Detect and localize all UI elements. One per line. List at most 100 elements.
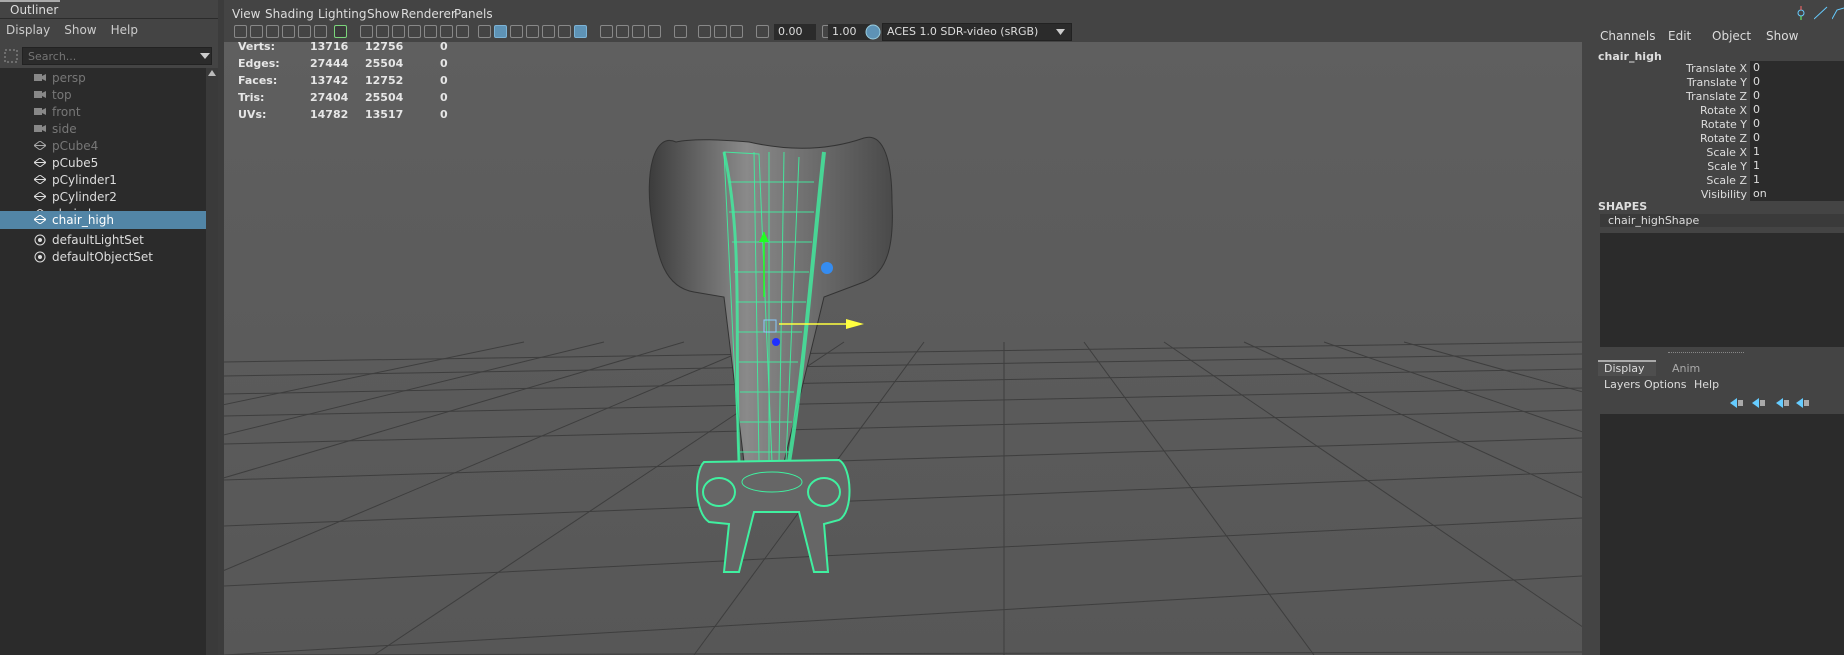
- modeling-toolkit-icon[interactable]: [1832, 6, 1844, 20]
- filter-icon[interactable]: [4, 49, 18, 63]
- attr-value-translate-z[interactable]: 0: [1750, 89, 1844, 103]
- chevron-down-icon[interactable]: [200, 53, 210, 59]
- tab-display[interactable]: Display: [1598, 360, 1656, 376]
- use-lights-icon[interactable]: [542, 25, 555, 38]
- attr-value-scale-z[interactable]: 1: [1750, 173, 1844, 187]
- hud-value: 12752: [365, 74, 404, 87]
- xray-icon[interactable]: [600, 25, 613, 38]
- viewport-menu-show[interactable]: Show: [367, 7, 399, 21]
- help-menu[interactable]: Help: [1694, 378, 1719, 391]
- outliner-menu-display[interactable]: Display: [0, 20, 58, 40]
- viewport-menu-panels[interactable]: Panels: [454, 7, 493, 21]
- safe-action-icon[interactable]: [440, 25, 453, 38]
- xray-active-icon[interactable]: [616, 25, 629, 38]
- textured-icon[interactable]: [526, 25, 539, 38]
- color-space-dropdown[interactable]: ACES 1.0 SDR-video (sRGB): [882, 23, 1072, 41]
- edit-menu[interactable]: Edit: [1668, 29, 1691, 43]
- hud-value: 27444: [310, 57, 349, 70]
- hud-value: 13517: [365, 108, 404, 121]
- outliner-search-input[interactable]: [22, 47, 212, 65]
- attr-value-translate-y[interactable]: 0: [1750, 75, 1844, 89]
- shadows-icon[interactable]: [558, 25, 571, 38]
- attr-value-translate-x[interactable]: 0: [1750, 61, 1844, 75]
- move-layer-down-icon[interactable]: [1752, 396, 1766, 410]
- field-chart-icon[interactable]: [424, 25, 437, 38]
- attr-value-rotate-z[interactable]: 0: [1750, 131, 1844, 145]
- tool-settings-icon[interactable]: [1794, 6, 1808, 20]
- exposure-field[interactable]: 0.00: [774, 24, 816, 40]
- move-layer-up-icon[interactable]: [1730, 396, 1744, 410]
- hud-value: 27404: [310, 91, 349, 104]
- view-transform-icon[interactable]: [864, 23, 882, 41]
- grid-icon[interactable]: [360, 25, 373, 38]
- hud-value: 13742: [310, 74, 349, 87]
- viewport-menu-shading[interactable]: Shading: [265, 7, 314, 21]
- options-menu[interactable]: Options: [1644, 378, 1686, 391]
- panel-splitter-right[interactable]: [1582, 0, 1598, 655]
- image-plane-icon[interactable]: [282, 25, 295, 38]
- motion-blur-icon[interactable]: [698, 25, 711, 38]
- attr-value-scale-y[interactable]: 1: [1750, 159, 1844, 173]
- viewport-menu-lighting[interactable]: Lighting: [318, 7, 367, 21]
- tab-anim-label: Anim: [1672, 362, 1701, 375]
- select-camera-icon[interactable]: [234, 25, 247, 38]
- camera-attributes-icon[interactable]: [250, 25, 263, 38]
- hud-label: Edges:: [238, 57, 280, 70]
- shape-node-row[interactable]: chair_highShape: [1600, 214, 1844, 227]
- attr-value-rotate-y[interactable]: 0: [1750, 117, 1844, 131]
- outliner-menu-help[interactable]: Help: [105, 20, 146, 40]
- gate-mask-icon[interactable]: [408, 25, 421, 38]
- multisample-icon[interactable]: [714, 25, 727, 38]
- channels-menu[interactable]: Channels: [1600, 29, 1656, 43]
- exposure-icon[interactable]: [756, 25, 769, 38]
- resolution-gate-icon[interactable]: [392, 25, 405, 38]
- show-menu[interactable]: Show: [1766, 29, 1798, 43]
- wireframe-on-shaded-icon[interactable]: [510, 25, 523, 38]
- outliner-item-label: chair_high: [52, 213, 114, 227]
- attribute-editor-icon[interactable]: [1814, 6, 1828, 20]
- pan-zoom-icon[interactable]: [298, 25, 311, 38]
- attr-value-visibility[interactable]: on: [1750, 187, 1844, 201]
- bookmark-icon[interactable]: [266, 25, 279, 38]
- object-menu[interactable]: Object: [1712, 29, 1751, 43]
- poly-count-hud: Verts: 13716 12756 0 Edges: 27444 25504 …: [238, 42, 478, 142]
- viewport-menu-view[interactable]: View: [232, 7, 260, 21]
- attr-label: Scale Z: [1706, 174, 1747, 187]
- attr-value-rotate-x[interactable]: 0: [1750, 103, 1844, 117]
- outliner-menu-show[interactable]: Show: [58, 20, 104, 40]
- xray-joints-icon[interactable]: [632, 25, 645, 38]
- 3d-viewport[interactable]: Verts: 13716 12756 0 Edges: 27444 25504 …: [224, 42, 1582, 655]
- film-gate-icon[interactable]: [376, 25, 389, 38]
- outliner-scrollbar[interactable]: [206, 68, 218, 655]
- attr-label: Translate Y: [1686, 76, 1747, 89]
- hud-label: UVs:: [238, 108, 267, 121]
- backface-icon[interactable]: [648, 25, 661, 38]
- wireframe-icon[interactable]: [478, 25, 491, 38]
- resize-handle[interactable]: [1668, 352, 1744, 355]
- grease-pencil-icon[interactable]: [314, 25, 327, 38]
- pencil-icon[interactable]: [334, 25, 347, 38]
- attr-label: Scale Y: [1707, 160, 1747, 173]
- layers-menu[interactable]: Layers: [1604, 378, 1640, 391]
- attr-label: Rotate Z: [1699, 132, 1747, 145]
- outliner-menu-bar: Display Show Help: [0, 20, 218, 40]
- outliner-tab[interactable]: Outliner: [0, 0, 60, 18]
- attr-value-scale-x[interactable]: 1: [1750, 145, 1844, 159]
- mesh-icon: [34, 215, 46, 224]
- camera-icon: [34, 125, 46, 132]
- chevron-down-icon: [1056, 29, 1065, 35]
- hud-value: 0: [440, 91, 448, 104]
- new-layer-selected-icon[interactable]: [1796, 396, 1810, 410]
- depth-of-field-icon[interactable]: [730, 25, 743, 38]
- isolate-select-icon[interactable]: [574, 25, 587, 38]
- set-icon: [34, 234, 46, 246]
- safe-title-icon[interactable]: [456, 25, 469, 38]
- ambient-occlusion-icon[interactable]: [674, 25, 687, 38]
- smooth-shade-icon[interactable]: [494, 25, 507, 38]
- camera-icon: [34, 74, 46, 81]
- layer-list: [1600, 414, 1844, 655]
- tab-anim[interactable]: Anim: [1658, 360, 1716, 376]
- viewport-menu-renderer[interactable]: Renderer: [401, 7, 456, 21]
- scroll-up-icon[interactable]: [208, 70, 216, 76]
- new-layer-icon[interactable]: [1776, 396, 1790, 410]
